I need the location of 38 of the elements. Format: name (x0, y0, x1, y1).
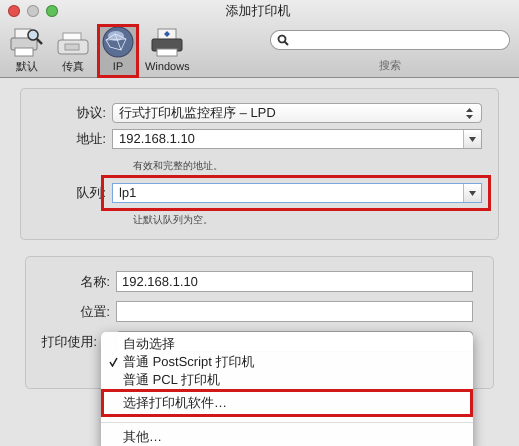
menu-item[interactable]: 自动选择 (101, 335, 473, 353)
field-label: 打印使用: (40, 332, 98, 351)
close-button[interactable] (8, 5, 20, 17)
menu-item[interactable]: 普通 PostScript 打印机 (101, 353, 473, 371)
combo-field[interactable]: 192.168.1.10 (112, 129, 482, 149)
menu-item[interactable]: 选择打印机软件… (101, 389, 473, 417)
field-label: 名称: (79, 272, 111, 291)
protocol-popup[interactable]: 行式打印机监控程序 – LPD (112, 103, 482, 123)
search-icon (277, 34, 289, 46)
search-label: 搜索 (379, 58, 401, 74)
dropdown-arrow-button[interactable] (463, 184, 481, 202)
toolbar-button[interactable]: IP (97, 24, 139, 78)
menu-item[interactable]: 普通 PCL 打印机 (101, 371, 473, 389)
hint-text: 让默认队列为空。 (133, 215, 213, 226)
field-label: 协议: (75, 104, 107, 122)
toolbar-button[interactable]: Windows (141, 24, 194, 78)
field-label: 地址: (75, 130, 107, 148)
printer-icon (149, 27, 186, 59)
toolbar-button[interactable]: 传真 (51, 24, 95, 78)
search-field[interactable] (270, 30, 510, 50)
hint-text: 有效和完整的地址。 (133, 161, 223, 172)
dropdown-arrow-button[interactable] (463, 130, 481, 148)
caret-icon (469, 190, 476, 196)
combo-field[interactable]: lp1 (112, 183, 482, 203)
text-field[interactable] (116, 301, 473, 322)
field-label: 位置: (79, 302, 111, 321)
printer-magnifier-icon (9, 27, 45, 59)
text-field[interactable]: 192.168.1.10 (116, 271, 473, 292)
window-title: 添加打印机 (226, 2, 290, 20)
caret-icon (469, 136, 476, 142)
highlight-frame (97, 24, 139, 78)
stepper-arrows-icon (466, 108, 473, 118)
minimize-button[interactable] (27, 5, 39, 17)
menu-item[interactable]: 其他… (101, 428, 473, 446)
globe-icon (101, 25, 135, 59)
zoom-button[interactable] (46, 5, 58, 17)
checkmark-icon (109, 357, 118, 367)
toolbar-button[interactable]: 默认 (5, 24, 49, 78)
